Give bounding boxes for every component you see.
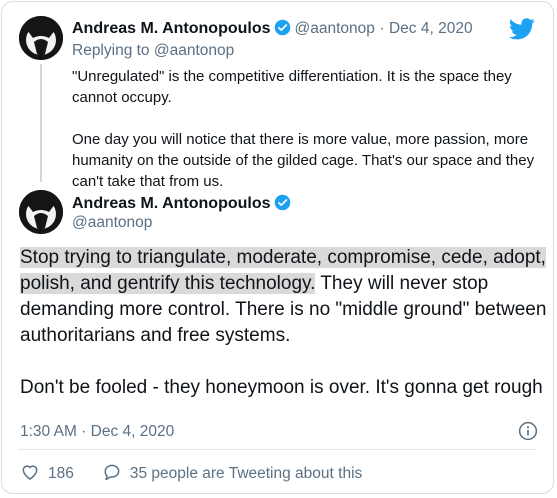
comment-icon[interactable]	[102, 462, 122, 482]
replying-to-handle[interactable]: @aantonop	[154, 42, 234, 59]
avatar-logo-icon	[19, 16, 63, 60]
avatar[interactable]	[19, 190, 63, 234]
divider	[18, 449, 537, 450]
main-paragraph: Stop trying to triangulate, moderate, co…	[20, 245, 550, 349]
thread-connector-line	[40, 64, 42, 182]
author-handle[interactable]: @aantonop	[295, 20, 375, 37]
tweeting-about-this-link[interactable]: 35 people are Tweeting about this	[130, 465, 362, 482]
tweet-embed-card: Andreas M. Antonopoulos @aantonop · Dec 4…	[1, 1, 554, 494]
heart-icon[interactable]	[20, 462, 40, 482]
verified-badge-icon	[274, 194, 290, 211]
reply-paragraph: One day you will notice that there is mo…	[72, 131, 535, 190]
tweet-actions: 186 35 people are Tweeting about this	[20, 462, 362, 483]
main-tweet-header: Andreas M. Antonopoulos	[72, 194, 295, 213]
twitter-bird-icon[interactable]	[509, 18, 535, 40]
verified-badge-icon	[274, 19, 290, 36]
replying-prefix: Replying to	[72, 42, 150, 59]
info-icon[interactable]	[518, 421, 538, 441]
tweet-date[interactable]: Dec 4, 2020	[389, 20, 473, 37]
avatar[interactable]	[19, 16, 63, 60]
like-count[interactable]: 186	[48, 465, 74, 482]
separator-dot: ·	[379, 20, 385, 37]
author-name[interactable]: Andreas M. Antonopoulos	[72, 195, 271, 212]
tweet-timestamp[interactable]: 1:30 AM · Dec 4, 2020	[20, 423, 174, 441]
reply-paragraph: "Unregulated" is the competitive differe…	[72, 68, 512, 106]
replying-to: Replying to @aantonop	[72, 42, 234, 60]
reply-tweet-header: Andreas M. Antonopoulos @aantonop · Dec 4…	[72, 19, 473, 38]
main-paragraph: Don't be fooled - they honeymoon is over…	[20, 377, 543, 398]
avatar-logo-icon	[19, 190, 63, 234]
main-tweet-text: Stop trying to triangulate, moderate, co…	[20, 245, 550, 401]
author-handle[interactable]: @aantonop	[72, 214, 152, 232]
reply-tweet-text: "Unregulated" is the competitive differe…	[72, 66, 542, 192]
author-name[interactable]: Andreas M. Antonopoulos	[72, 20, 271, 37]
